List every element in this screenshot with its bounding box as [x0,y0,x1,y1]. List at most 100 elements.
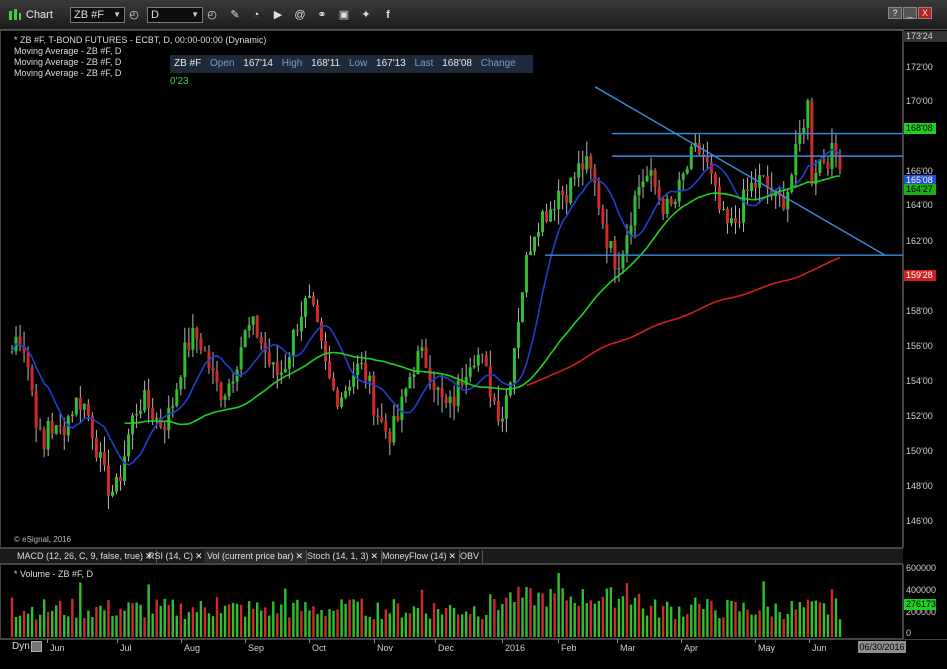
play-icon[interactable]: ▶ [272,9,284,21]
candle-body [794,143,798,176]
volume-bar [690,604,693,637]
volume-bar [195,612,199,637]
help-button[interactable]: ? [888,7,902,19]
volume-bar [179,603,183,637]
candle-body [295,329,299,332]
volume-bar [770,616,773,637]
volume-bar [621,596,625,637]
volume-bar [420,589,424,637]
candle-body [30,367,34,391]
close-icon[interactable]: ✕ [296,551,304,561]
candle-body [183,342,187,378]
volume-bar [730,600,733,637]
link-icon[interactable]: ⚭ [316,9,328,21]
candle-body [569,177,573,203]
volume-bar [211,616,215,637]
volume-bar [123,610,126,637]
candle-body [476,354,480,366]
cursor-icon[interactable]: ◔ [250,9,262,21]
chat-icon[interactable]: ▣ [338,9,350,21]
candle-body [440,387,444,398]
volume-bar [332,610,335,637]
clock-icon[interactable]: ◴ [206,9,218,21]
legend-line-3: Moving Average - ZB #F, D [14,57,122,67]
clock-icon[interactable]: ◴ [128,9,140,21]
candle-body [713,174,717,187]
volume-bar [380,618,383,637]
candle-body [496,401,500,422]
price-axis-label: 162'00 [906,236,933,246]
volume-bar [601,596,605,637]
at-icon[interactable]: @ [294,9,306,21]
dyn-label[interactable]: Dyn [12,641,30,652]
tab-vol[interactable]: Vol (current price bar) ✕ [204,550,308,563]
volume-bar [127,602,130,637]
candle-body [251,316,255,325]
pencil-icon[interactable]: ✎ [229,9,241,21]
candle-body [223,396,227,400]
close-icon[interactable]: ✕ [195,551,203,561]
price-axis[interactable] [903,30,947,548]
candle-body [605,224,609,248]
interval-select[interactable]: D ▼ [147,7,203,23]
candle-body [645,175,649,182]
volume-bar [75,617,78,637]
volume-bar [798,601,802,637]
close-icon[interactable]: ✕ [371,551,379,561]
volume-bar [509,592,512,637]
title-bar [0,0,947,30]
ma-red-badge: 159'28 [904,270,936,281]
tab-moneyflow[interactable]: MoneyFlow (14) ✕ [379,550,461,563]
candle-body [529,251,533,256]
close-button[interactable]: X [918,7,932,19]
volume-bar [585,603,588,637]
tab-rsi[interactable]: RSI (14, C) ✕ [145,550,207,563]
candle-body [754,182,758,188]
price-chart[interactable] [0,30,903,548]
candle-body [452,396,456,407]
volume-bar [557,572,560,637]
quote-last-label: Last [414,58,434,69]
minimize-button[interactable]: _ [903,7,917,19]
quote-change: 0'23 [170,76,189,87]
volume-bar [155,599,158,637]
twitter-icon[interactable]: ✦ [360,9,372,21]
price-axis-top: 173'24 [903,31,947,42]
candle-body [58,425,62,427]
tab-stoch[interactable]: Stoch (14, 1, 3) ✕ [304,550,383,563]
volume-bar [364,615,367,637]
candle-body [324,340,328,362]
volume-bar [722,617,725,637]
close-icon[interactable]: ✕ [449,551,457,561]
time-axis[interactable] [0,639,947,669]
volume-chart[interactable] [0,564,903,639]
time-axis-label: Jun [812,643,827,653]
candle-body [601,208,605,225]
tab-macd[interactable]: MACD (12, 26, C, 9, false, true) ✕ [14,550,157,563]
candle-body [348,386,352,391]
facebook-icon[interactable]: f [382,9,394,21]
volume-bar [814,600,818,637]
candle-body [291,329,295,358]
volume-bar [464,611,468,637]
candle-body [512,347,516,383]
candle-body [424,347,428,368]
volume-bar [822,603,826,637]
time-axis-label: Oct [312,643,327,653]
volume-bar [34,619,38,637]
symbol-select[interactable]: ZB #F ▼ [70,7,125,23]
volume-bar [436,608,440,637]
chevron-down-icon: ▼ [191,10,199,19]
moving-average-line [526,256,841,387]
volume-bar [87,610,90,637]
candle-body [533,236,537,252]
calendar-icon[interactable] [31,641,42,652]
candle-body [504,395,508,419]
volume-bar [115,615,118,637]
volume-bar [408,613,412,637]
volume-bar [794,609,797,637]
volume-bar [609,587,613,637]
candle-body [641,181,645,188]
volume-bar [71,598,74,637]
tab-obv[interactable]: OBV [457,550,484,563]
